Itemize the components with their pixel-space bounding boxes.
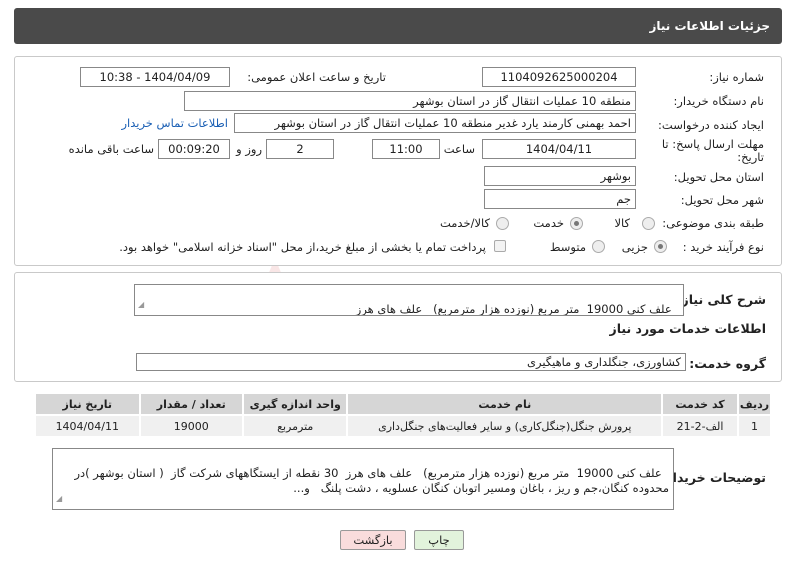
services-table: ردیف کد خدمت نام خدمت واحد اندازه گیری ت… <box>34 392 772 438</box>
category-goods-service-radio[interactable] <box>496 217 509 230</box>
col-service-code: کد خدمت <box>661 392 740 416</box>
table-header-row: ردیف کد خدمت نام خدمت واحد اندازه گیری ت… <box>34 392 772 416</box>
summary-label: شرح کلی نیاز: <box>676 292 766 307</box>
deadline-label: مهلت ارسال پاسخ: تا تاریخ: <box>661 137 764 164</box>
province-label: استان محل تحویل: <box>673 170 764 184</box>
buyer-notes-textarea[interactable]: علف کنی 19000 متر مربع (نوزده هزار مترمر… <box>52 448 674 510</box>
cell-quantity: 19000 <box>138 414 244 438</box>
cell-service-code: الف-2-21 <box>661 414 740 438</box>
city-label: شهر محل تحویل: <box>680 193 764 207</box>
category-label: طبقه بندی موضوعی: <box>662 216 764 230</box>
need-number-field: 1104092625000204 <box>482 67 636 87</box>
remaining-time-label: ساعت باقی مانده <box>68 142 154 156</box>
need-number-label: شماره نیاز: <box>709 70 764 84</box>
service-group-label: گروه خدمت: <box>689 356 766 371</box>
creator-field: احمد بهمنی کارمند یارد غدیر منطقه 10 عمل… <box>234 113 636 133</box>
treasury-payment-checkbox[interactable] <box>494 240 506 252</box>
cell-row-number: 1 <box>737 414 772 438</box>
services-section-title: اطلاعات خدمات مورد نیاز <box>609 321 767 336</box>
buyer-notes-label: توضیحات خریدار: <box>660 470 766 485</box>
col-need-date: تاریخ نیاز <box>34 392 141 416</box>
deadline-time-field: 11:00 <box>372 139 440 159</box>
cell-unit: مترمربع <box>241 414 349 438</box>
cell-need-date: 1404/04/11 <box>34 414 141 438</box>
service-group-field: کشاورزی، جنگلداری و ماهیگیری <box>136 353 686 371</box>
resize-grip-icon[interactable]: ◢ <box>56 491 62 506</box>
province-field: بوشهر <box>484 166 636 186</box>
process-label: نوع فرآیند خرید : <box>682 240 764 254</box>
days-label: روز و <box>236 142 262 156</box>
category-goods-label: کالا <box>614 216 630 230</box>
process-minor-radio[interactable] <box>654 240 667 253</box>
back-button[interactable]: بازگشت <box>340 530 406 550</box>
treasury-payment-note: پرداخت تمام یا بخشی از مبلغ خرید،از محل … <box>119 240 486 254</box>
remaining-time-field: 00:09:20 <box>158 139 230 159</box>
category-goods-radio[interactable] <box>642 217 655 230</box>
table-row: 1 الف-2-21 پرورش جنگل(جنگل‌کاری) و سایر … <box>34 414 772 438</box>
print-button[interactable]: چاپ <box>414 530 464 550</box>
buyer-org-label: نام دستگاه خریدار: <box>673 94 764 108</box>
buyer-org-field: منطقه 10 عملیات انتقال گاز در استان بوشه… <box>184 91 636 111</box>
creator-label: ایجاد کننده درخواست: <box>658 118 764 132</box>
process-medium-radio[interactable] <box>592 240 605 253</box>
deadline-time-label: ساعت <box>443 142 475 156</box>
city-field: جم <box>484 189 636 209</box>
process-minor-label: جزیی <box>621 240 648 254</box>
col-quantity: تعداد / مقدار <box>138 392 244 416</box>
deadline-date-field: 1404/04/11 <box>482 139 636 159</box>
cell-service-name: پرورش جنگل(جنگل‌کاری) و سایر فعالیت‌های … <box>346 414 664 438</box>
category-goods-service-label: کالا/خدمت <box>439 216 490 230</box>
resize-grip-icon[interactable]: ◢ <box>138 297 144 312</box>
process-medium-label: متوسط <box>549 240 586 254</box>
summary-text: علف کنی 19000 متر مربع (نوزده هزار مترمر… <box>355 302 672 316</box>
page-header: جزئیات اطلاعات نیاز <box>14 8 782 44</box>
buyer-contact-link[interactable]: اطلاعات تماس خریدار <box>121 116 228 130</box>
category-service-radio[interactable] <box>570 217 583 230</box>
days-remaining-field: 2 <box>266 139 334 159</box>
category-service-label: خدمت <box>533 216 564 230</box>
page-title: جزئیات اطلاعات نیاز <box>649 19 770 33</box>
announce-datetime-field: 1404/04/09 - 10:38 <box>80 67 230 87</box>
announce-datetime-label: تاریخ و ساعت اعلان عمومی: <box>247 70 386 84</box>
buyer-notes-text: علف کنی 19000 متر مربع (نوزده هزار مترمر… <box>70 466 669 495</box>
col-service-name: نام خدمت <box>346 392 664 416</box>
summary-textarea[interactable]: علف کنی 19000 متر مربع (نوزده هزار مترمر… <box>134 284 684 316</box>
col-unit: واحد اندازه گیری <box>241 392 349 416</box>
col-row-number: ردیف <box>737 392 772 416</box>
